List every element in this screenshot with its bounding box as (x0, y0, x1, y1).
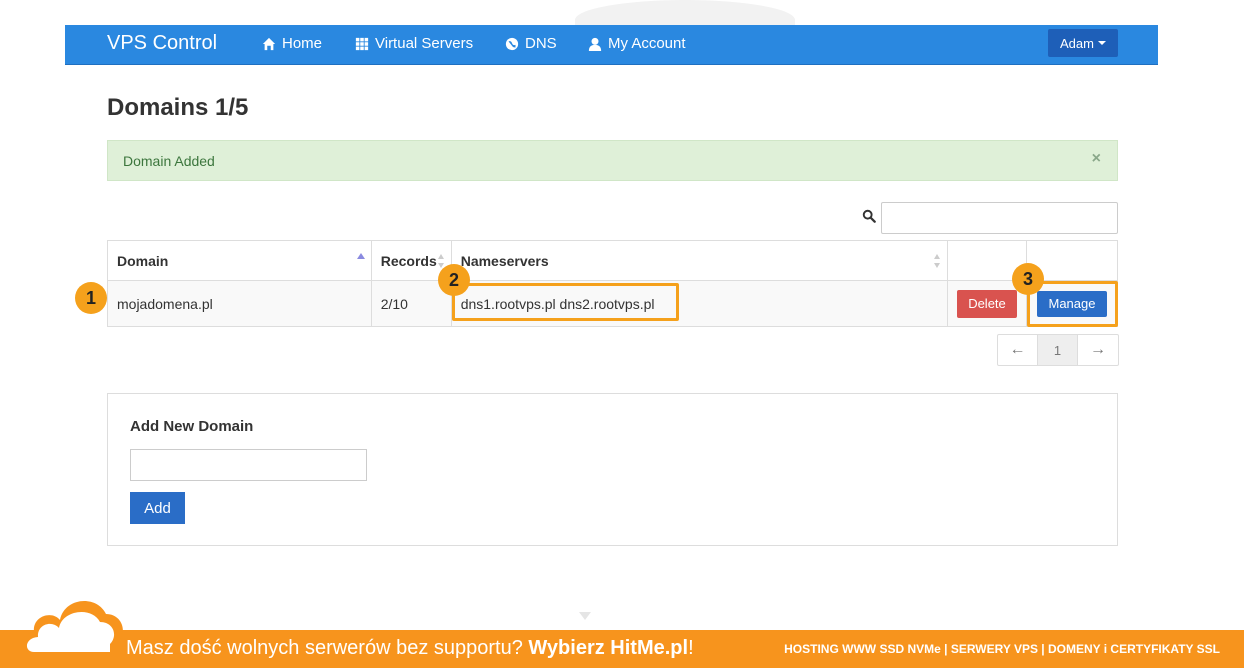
sort-ascending-icon (356, 253, 365, 259)
add-domain-title: Add New Domain (130, 418, 254, 435)
prev-page-button[interactable]: ← (998, 335, 1038, 365)
nav-dns-label: DNS (525, 35, 557, 52)
nav-dns[interactable]: DNS (505, 35, 557, 52)
column-header-nameservers-label: Nameservers (460, 252, 549, 269)
add-button[interactable]: Add (130, 492, 185, 524)
navbar: VPS Control Home Virtual Servers DNS My … (65, 25, 1158, 65)
domain-name-input[interactable] (130, 449, 367, 481)
close-icon[interactable]: × (1092, 150, 1101, 168)
grid-icon (355, 37, 369, 50)
nav-home-label: Home (282, 35, 323, 52)
home-icon (262, 37, 276, 50)
nav-my-account[interactable]: My Account (588, 35, 686, 52)
search-icon (862, 209, 876, 223)
page-1-button[interactable]: 1 (1038, 335, 1078, 365)
step-badge-2: 2 (438, 264, 470, 296)
cell-domain: mojadomena.pl (107, 280, 372, 327)
footer-tagline: Masz dość wolnych serwerów bez supportu?… (126, 637, 694, 660)
column-header-domain[interactable]: Domain (107, 240, 372, 281)
search-input[interactable] (881, 202, 1118, 234)
step-badge-3: 3 (1012, 263, 1044, 295)
user-name: Adam (1060, 35, 1094, 51)
column-header-domain-label: Domain (117, 252, 169, 269)
add-domain-panel: Add New Domain Add (107, 393, 1118, 546)
nav-virtual-servers-label: Virtual Servers (375, 35, 474, 52)
nav-home[interactable]: Home (262, 35, 322, 52)
caret-down-icon (1097, 41, 1106, 45)
nav-virtual-servers[interactable]: Virtual Servers (355, 35, 473, 52)
page-title: Domains 1/5 (107, 94, 249, 121)
sort-icon (933, 254, 940, 268)
nav-my-account-label: My Account (608, 35, 686, 52)
scroll-down-icon (579, 612, 591, 620)
alert-message: Domain Added (123, 153, 215, 169)
footer-tagline-brand: Wybierz HitMe.pl (528, 637, 689, 659)
footer-tagline-suffix: ! (688, 637, 694, 659)
promo-footer[interactable]: Masz dość wolnych serwerów bez supportu?… (0, 630, 1244, 668)
success-alert: Domain Added × (107, 140, 1118, 181)
highlight-nameservers (452, 283, 679, 321)
user-menu-button[interactable]: Adam (1048, 29, 1118, 57)
column-header-records-label: Records (380, 252, 437, 269)
cloud-logo-icon (21, 601, 123, 654)
brand-link[interactable]: VPS Control (107, 32, 217, 55)
next-page-button[interactable]: → (1078, 335, 1118, 365)
pagination: ← 1 → (997, 334, 1119, 366)
globe-icon (505, 37, 519, 50)
step-badge-1: 1 (75, 282, 107, 314)
column-header-nameservers[interactable]: Nameservers (450, 240, 948, 281)
footer-tagline-prefix: Masz dość wolnych serwerów bez supportu? (126, 637, 529, 659)
delete-button[interactable]: Delete (956, 289, 1017, 318)
user-icon (588, 37, 602, 51)
footer-services: HOSTING WWW SSD NVMe | SERWERY VPS | DOM… (784, 642, 1220, 656)
sort-icon (437, 254, 444, 268)
